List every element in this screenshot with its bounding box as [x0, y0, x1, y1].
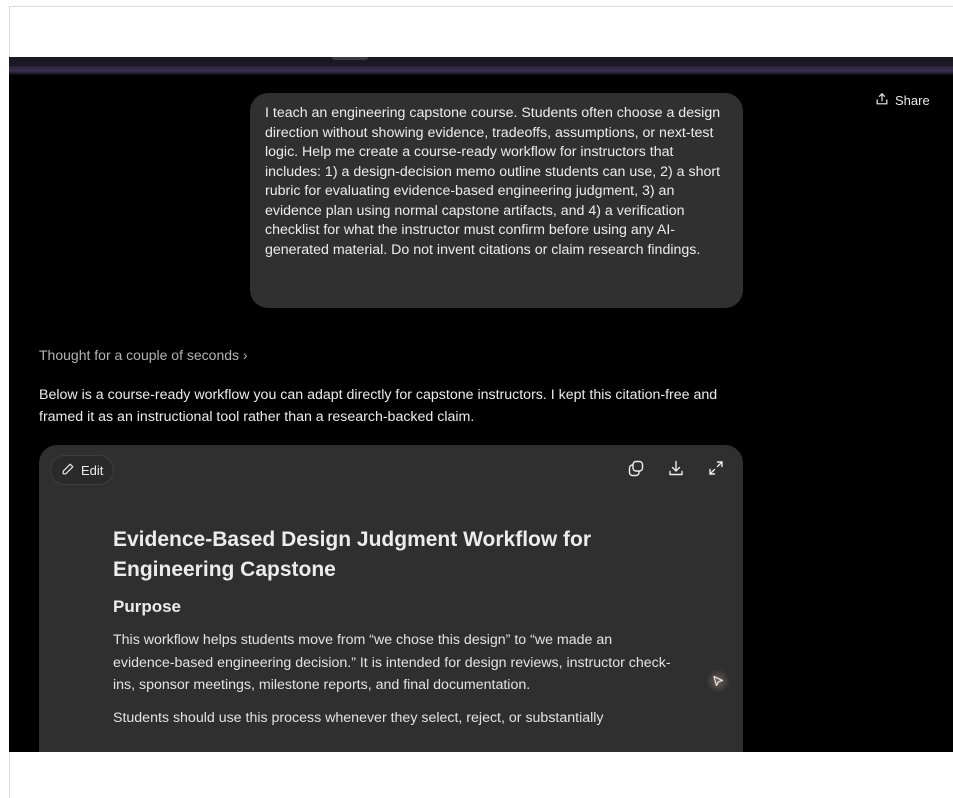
canvas-document: Evidence-Based Design Judgment Workflow … — [113, 525, 673, 729]
edit-button[interactable]: Edit — [50, 455, 115, 485]
share-label: Share — [895, 92, 930, 108]
edit-label: Edit — [81, 462, 104, 478]
document-paragraph: This workflow helps students move from “… — [113, 632, 671, 693]
download-icon[interactable] — [667, 459, 685, 477]
top-strip — [9, 57, 953, 75]
upload-share-icon — [875, 92, 889, 109]
canvas-document-panel: Edit Evidence-Based Design Judgment Work… — [39, 445, 743, 752]
expand-icon[interactable] — [707, 459, 725, 477]
pencil-icon — [61, 462, 75, 479]
mouse-cursor-icon — [706, 669, 730, 693]
document-title: Evidence-Based Design Judgment Workflow … — [113, 528, 592, 581]
thought-toggle[interactable]: Thought for a couple of seconds › — [39, 347, 248, 363]
copy-icon[interactable] — [627, 459, 645, 477]
chat-app: Share I teach an engineering capstone co… — [9, 57, 953, 752]
scroll-nub — [332, 57, 368, 60]
document-paragraph: Students should use this process wheneve… — [113, 709, 604, 726]
user-message-bubble: I teach an engineering capstone course. … — [250, 93, 743, 308]
share-button[interactable]: Share — [875, 91, 930, 109]
canvas-toolbar — [627, 459, 725, 477]
assistant-intro-text: Below is a course-ready workflow you can… — [39, 387, 718, 425]
section-heading-purpose: Purpose — [113, 597, 182, 616]
